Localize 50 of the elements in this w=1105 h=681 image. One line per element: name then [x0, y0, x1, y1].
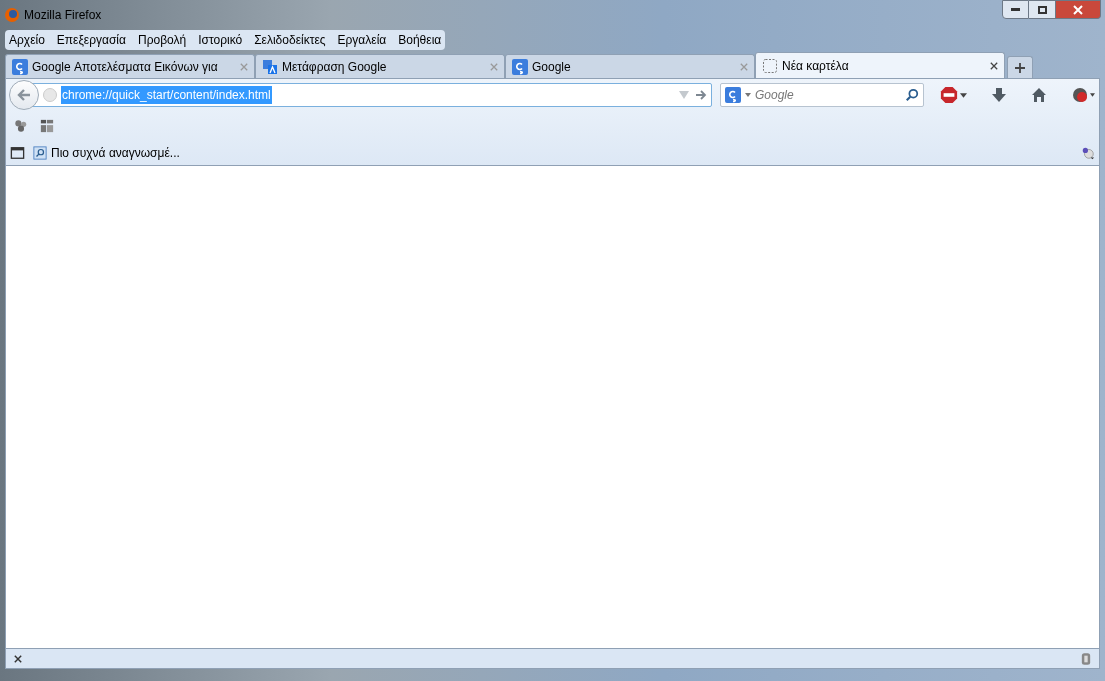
- caret-icon[interactable]: [1090, 93, 1095, 97]
- minimize-button[interactable]: [1002, 0, 1029, 19]
- menu-item[interactable]: Σελιδοδείκτες: [254, 31, 326, 49]
- close-icon: [1073, 4, 1083, 15]
- address-text: chrome://quick_start/content/index.html: [61, 86, 272, 104]
- menu-item[interactable]: Εργαλεία: [337, 31, 387, 49]
- grid-icon[interactable]: [40, 119, 54, 133]
- bookmark-label: Πιο συχνά αναγνωσμέ...: [51, 145, 180, 162]
- back-button[interactable]: [9, 80, 39, 110]
- window-title: Mozilla Firefox: [24, 7, 102, 24]
- blank-page-icon: [762, 57, 778, 74]
- search-icon[interactable]: [905, 88, 919, 102]
- resize-grip-icon[interactable]: [1081, 651, 1091, 666]
- maximize-button[interactable]: [1029, 0, 1056, 19]
- caret-icon[interactable]: [960, 92, 967, 98]
- browser-tab[interactable]: Google: [505, 54, 755, 78]
- download-icon[interactable]: [991, 87, 1007, 103]
- magnifier-page-icon: [33, 146, 47, 160]
- close-button[interactable]: [1056, 0, 1101, 19]
- browser-tab[interactable]: Νέα καρτέλα: [755, 52, 1005, 78]
- translate-icon: [262, 58, 278, 75]
- home-icon[interactable]: [1031, 87, 1047, 103]
- google-icon: [512, 58, 528, 75]
- google-icon: [12, 58, 28, 75]
- go-arrow-icon[interactable]: [695, 89, 707, 101]
- search-input[interactable]: Google: [755, 86, 901, 104]
- menu-item[interactable]: Προβολή: [137, 31, 187, 49]
- notification-icon[interactable]: [1081, 146, 1095, 160]
- window-icon[interactable]: [10, 146, 25, 160]
- tab-title: Νέα καρτέλα: [782, 57, 850, 75]
- browser-tab[interactable]: Google Αποτελέσματα Εικόνων για: [5, 54, 255, 78]
- search-bar[interactable]: Google: [720, 83, 924, 107]
- close-icon[interactable]: [14, 654, 22, 663]
- adblock-icon[interactable]: [940, 86, 958, 104]
- tab-title: Μετάφραση Google: [282, 58, 388, 76]
- google-icon: [725, 87, 741, 103]
- close-tab-icon[interactable]: [990, 61, 998, 70]
- plus-icon: [1015, 62, 1025, 73]
- menu-item[interactable]: Βοήθεια: [398, 31, 442, 49]
- menu-item[interactable]: Ιστορικό: [198, 31, 243, 49]
- menu-item[interactable]: Αρχείο: [9, 31, 45, 49]
- new-tab-button[interactable]: [1007, 56, 1033, 78]
- browser-tab[interactable]: Μετάφραση Google: [255, 54, 505, 78]
- back-arrow-icon: [16, 87, 32, 103]
- menu-item[interactable]: Επεξεργασία: [56, 31, 126, 49]
- caret-icon[interactable]: [745, 93, 751, 97]
- tab-title: Google: [532, 58, 572, 76]
- firefox-logo-icon: [4, 7, 20, 23]
- bookmark-item[interactable]: Πιο συχνά αναγνωσμέ...: [33, 144, 180, 162]
- tab-title: Google Αποτελέσματα Εικόνων για: [32, 58, 219, 76]
